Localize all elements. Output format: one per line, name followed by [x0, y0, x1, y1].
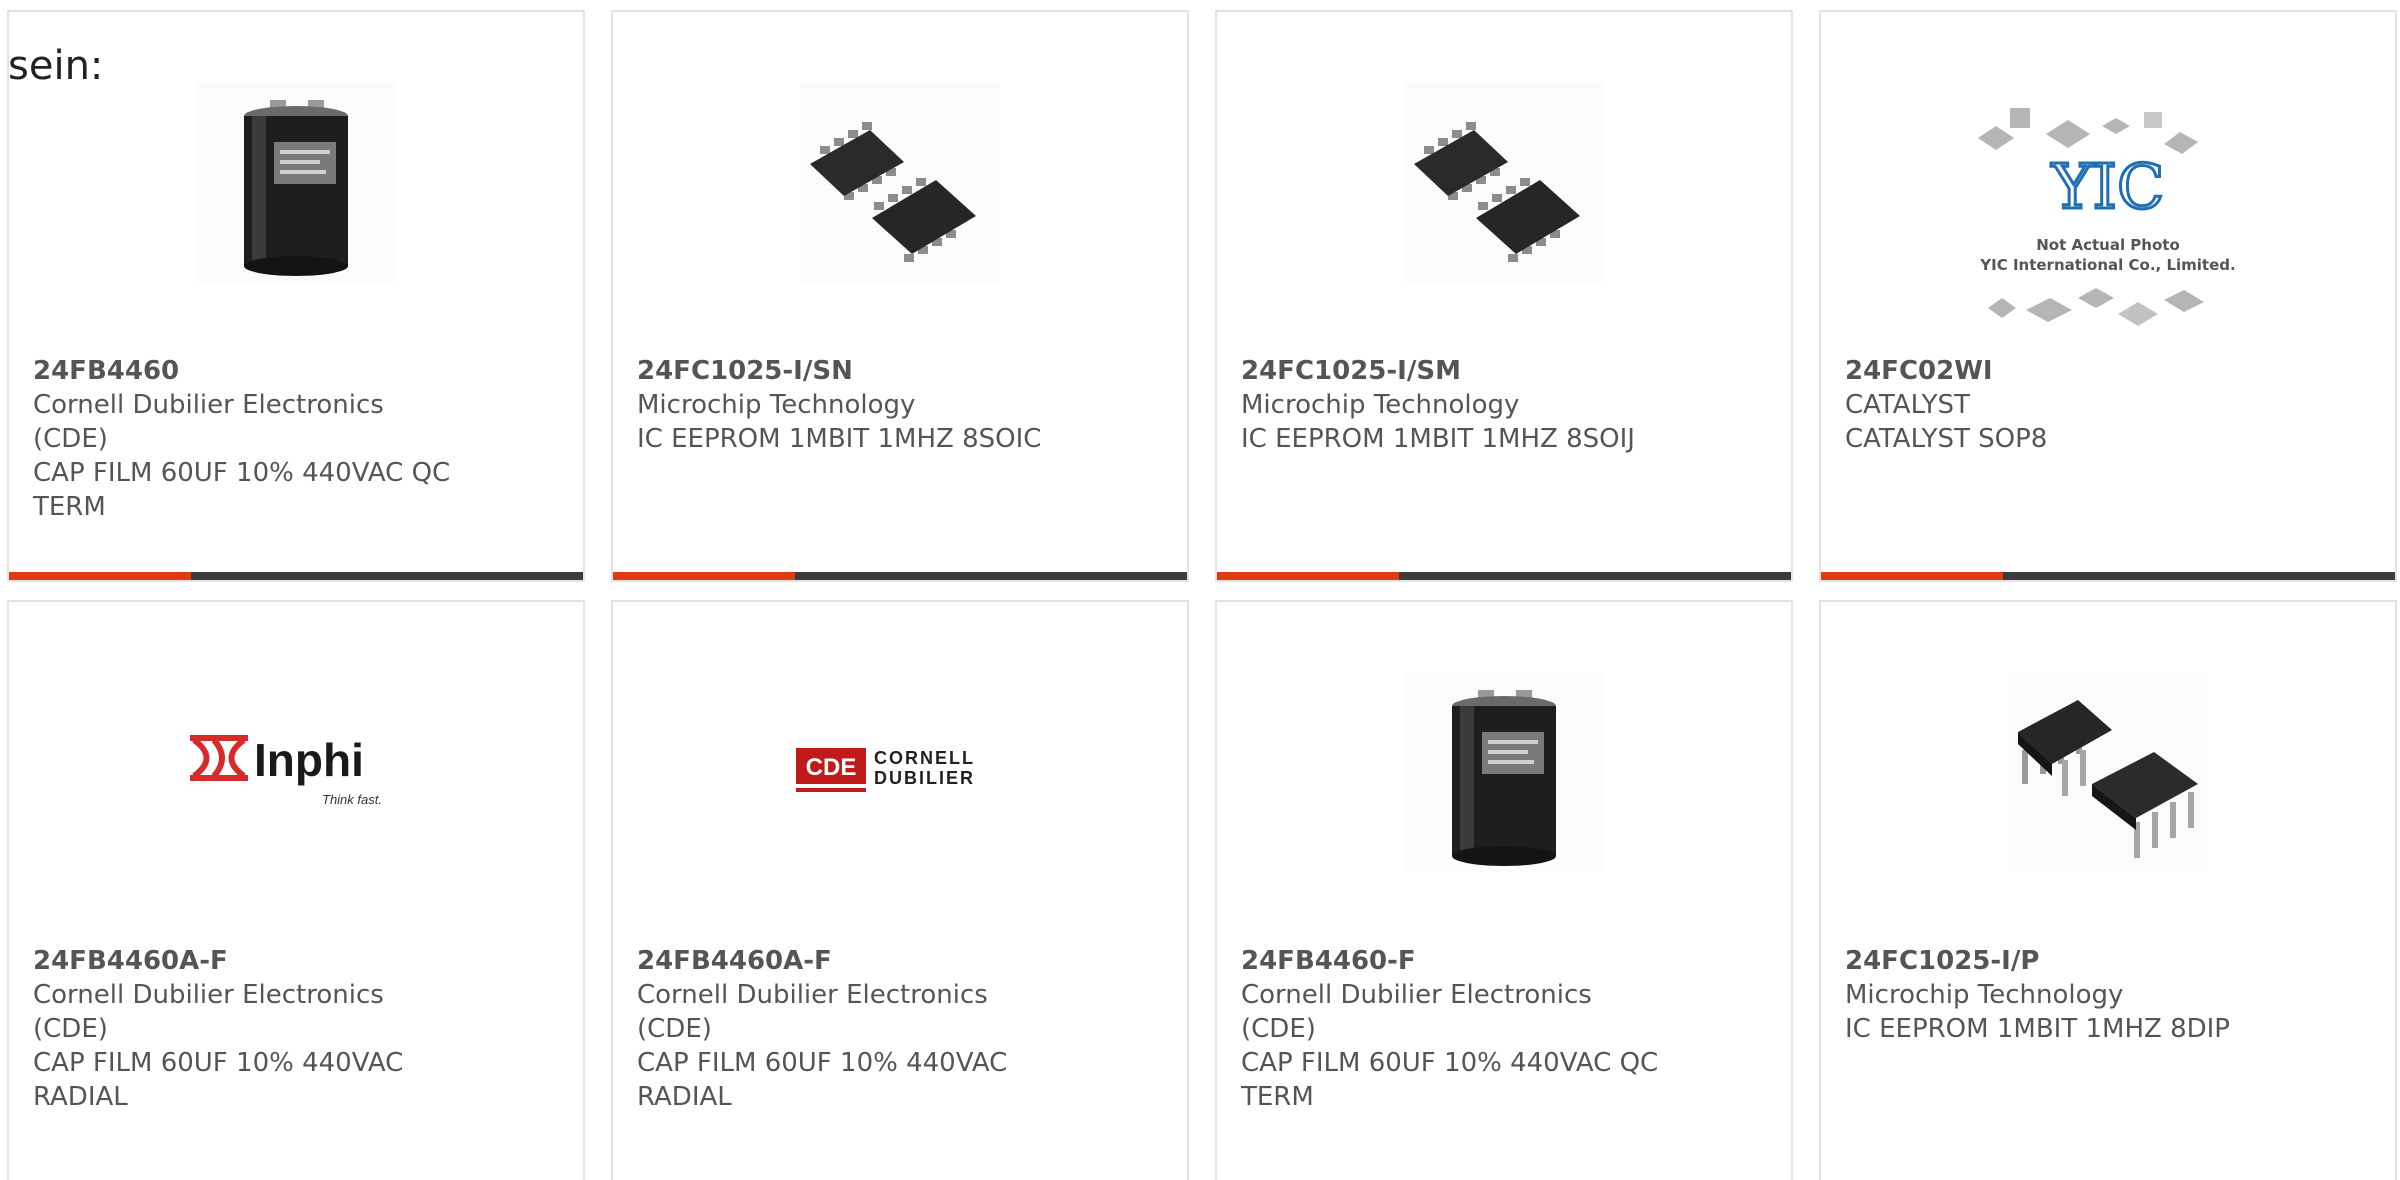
image-caption: YIC International Co., Limited. — [1979, 256, 2235, 274]
description: CATALYST SOP8 — [1845, 424, 2048, 454]
part-number[interactable]: 24FB4460A-F — [33, 944, 453, 978]
manufacturer: CATALYST — [1845, 390, 1970, 420]
card-footer-bar — [613, 572, 1187, 580]
product-card[interactable]: 24FB4460 Cornell Dubilier Electronics (C… — [7, 10, 585, 582]
image-caption: Not Actual Photo — [2036, 236, 2180, 254]
dip-chip-image[interactable] — [2008, 672, 2208, 872]
manufacturer: Microchip Technology — [637, 390, 916, 420]
manufacturer: Cornell Dubilier Electronics (CDE) — [637, 980, 988, 1044]
description: IC EEPROM 1MBIT 1MHZ 8DIP — [1845, 1014, 2230, 1044]
inphi-tagline: Think fast. — [322, 792, 382, 807]
inphi-logo-text: Inphi — [254, 734, 364, 786]
part-number[interactable]: 24FB4460A-F — [637, 944, 1057, 978]
accent-bar — [1821, 572, 2003, 580]
product-card[interactable]: 24FC1025-I/P Microchip Technology IC EEP… — [1819, 600, 2397, 1180]
cde-logo-text: CDE — [806, 754, 857, 781]
part-number[interactable]: 24FC1025-I/P — [1845, 944, 2265, 978]
description: CAP FILM 60UF 10% 440VAC QC TERM — [1241, 1048, 1659, 1112]
manufacturer: Microchip Technology — [1845, 980, 2124, 1010]
inphi-logo-image[interactable]: Inphi Think fast. — [186, 728, 406, 818]
part-number[interactable]: 24FC1025-I/SM — [1241, 354, 1661, 388]
description: CAP FILM 60UF 10% 440VAC RADIAL — [33, 1048, 404, 1112]
part-number[interactable]: 24FB4460 — [33, 354, 453, 388]
product-card[interactable]: YIC Not Actual Photo YIC International C… — [1819, 10, 2397, 582]
capacitor-image[interactable] — [1404, 672, 1604, 872]
part-number[interactable]: 24FC1025-I/SN — [637, 354, 1057, 388]
intro-text: sein: — [8, 43, 104, 89]
product-card[interactable]: 24FB4460-F Cornell Dubilier Electronics … — [1215, 600, 1793, 1180]
product-card[interactable]: 24FC1025-I/SM Microchip Technology IC EE… — [1215, 10, 1793, 582]
description: IC EEPROM 1MBIT 1MHZ 8SOIC — [637, 424, 1042, 454]
cde-logo-image[interactable]: CDE CORNELL DUBILIER — [790, 742, 1010, 802]
product-card[interactable]: Inphi Think fast. 24FB4460A-F Cornell Du… — [7, 600, 585, 1180]
accent-bar — [613, 572, 795, 580]
manufacturer: Cornell Dubilier Electronics (CDE) — [1241, 980, 1592, 1044]
accent-bar — [9, 572, 191, 580]
description: CAP FILM 60UF 10% 440VAC RADIAL — [637, 1048, 1008, 1112]
manufacturer: Microchip Technology — [1241, 390, 1520, 420]
accent-bar — [1217, 572, 1399, 580]
card-footer-bar — [1217, 572, 1791, 580]
cde-line1: CORNELL — [874, 748, 975, 768]
description: IC EEPROM 1MBIT 1MHZ 8SOIJ — [1241, 424, 1635, 454]
product-card[interactable]: 24FC1025-I/SN Microchip Technology IC EE… — [611, 10, 1189, 582]
soic-chip-image[interactable] — [800, 82, 1000, 282]
capacitor-image[interactable] — [196, 82, 396, 282]
part-number[interactable]: 24FC02WI — [1845, 354, 2265, 388]
manufacturer: Cornell Dubilier Electronics (CDE) — [33, 980, 384, 1044]
yic-logo-text: YIC — [2051, 150, 2165, 223]
product-card[interactable]: CDE CORNELL DUBILIER 24FB4460A-F Cornell… — [611, 600, 1189, 1180]
card-footer-bar — [1821, 572, 2395, 580]
soic-chip-image[interactable] — [1404, 82, 1604, 282]
yic-placeholder-image[interactable]: YIC Not Actual Photo YIC International C… — [1968, 98, 2248, 348]
card-footer-bar — [9, 572, 583, 580]
part-number[interactable]: 24FB4460-F — [1241, 944, 1661, 978]
cde-line2: DUBILIER — [874, 768, 975, 788]
description: CAP FILM 60UF 10% 440VAC QC TERM — [33, 458, 451, 522]
manufacturer: Cornell Dubilier Electronics (CDE) — [33, 390, 384, 454]
